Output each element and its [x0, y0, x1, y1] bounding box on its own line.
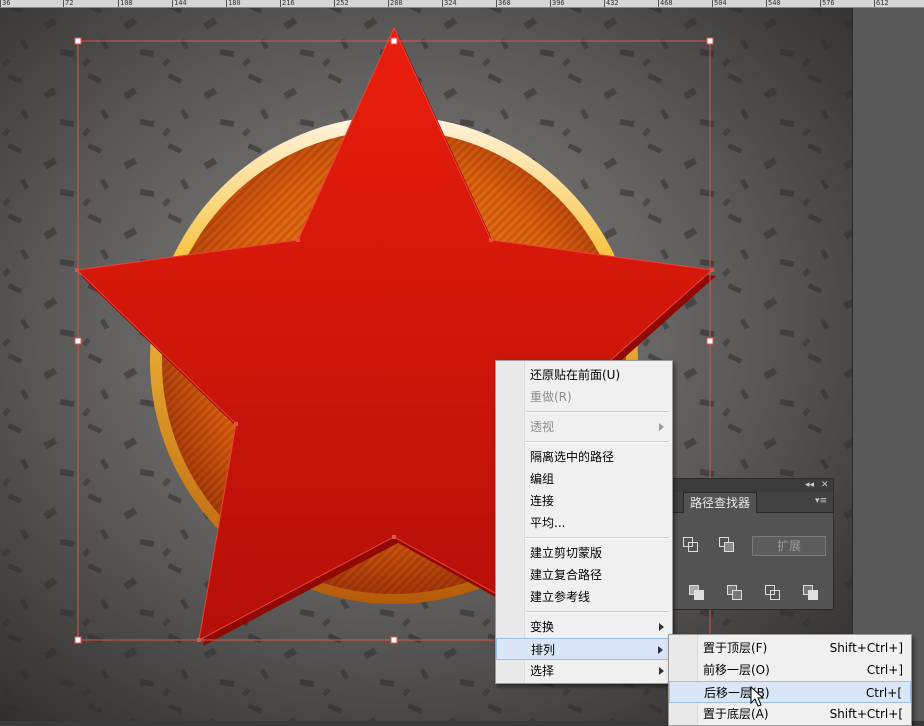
menu-item-undo-paste-in-front[interactable]: 还原贴在前面(U)	[496, 364, 672, 386]
shortcut-label: Ctrl+[	[865, 686, 902, 700]
ruler-tick-label: 432	[604, 0, 619, 7]
handle-top-left	[74, 37, 82, 45]
artwork[interactable]	[0, 8, 852, 721]
handle-top-center	[390, 37, 398, 45]
ruler-tick-label: 612	[874, 0, 889, 7]
ruler-tick-label: 360	[496, 0, 511, 7]
menu-item-label: 置于底层(A)	[703, 707, 769, 721]
menu-item-send-to-back[interactable]: 置于底层(A) Shift+Ctrl+[	[669, 703, 911, 725]
menu-item-label: 选择	[530, 664, 555, 678]
mouse-cursor-icon	[750, 686, 765, 707]
crop-icon[interactable]	[765, 585, 780, 600]
menu-item-make-guides[interactable]: 建立参考线	[496, 586, 672, 608]
ruler-tick-label: 288	[388, 0, 403, 7]
menu-item-label: 变换	[530, 620, 555, 634]
exclude-shape-icon[interactable]	[719, 537, 734, 552]
menu-item-redo[interactable]: 重做(R)	[496, 386, 672, 408]
submenu-arrow-icon	[659, 423, 664, 431]
menu-item-group[interactable]: 编组	[496, 468, 672, 490]
ruler-tick-label: 396	[550, 0, 565, 7]
artboard-canvas[interactable]	[0, 8, 852, 721]
menu-item-join[interactable]: 连接	[496, 490, 672, 512]
panel-menu-icon[interactable]: ▾≡	[815, 496, 827, 506]
menu-item-make-clipping-mask[interactable]: 建立剪切蒙版	[496, 542, 672, 564]
menu-item-label: 前移一层(O)	[703, 663, 770, 677]
ruler-tick-label: 72	[63, 0, 74, 7]
submenu-arrow-icon	[658, 646, 663, 654]
menu-item-arrange[interactable]: 排列	[496, 638, 672, 660]
close-panel-icon[interactable]: ✕	[821, 479, 829, 492]
menu-item-send-backward[interactable]: 后移一层(B) Ctrl+[	[669, 681, 911, 703]
ruler-tick-label: 540	[766, 0, 781, 7]
minus-back-icon[interactable]	[803, 585, 818, 600]
handle-top-right	[706, 37, 714, 45]
handle-bottom-left	[74, 636, 82, 644]
menu-item-bring-to-front[interactable]: 置于顶层(F) Shift+Ctrl+]	[669, 637, 911, 659]
submenu-arrow-icon	[659, 667, 664, 675]
shortcut-label: Ctrl+]	[866, 663, 903, 677]
menu-item-select[interactable]: 选择	[496, 660, 672, 682]
ruler-tick-label: 36	[0, 0, 11, 7]
right-gutter	[852, 8, 924, 721]
ruler-tick-label: 180	[226, 0, 241, 7]
ruler-tick-label: 324	[442, 0, 457, 7]
pathfinder-panel: ◂◂ ✕ 路径查找器 ▾≡ 扩展	[668, 478, 834, 610]
ruler-tick-label: 576	[820, 0, 835, 7]
merge-icon[interactable]	[727, 585, 742, 600]
shortcut-label: Shift+Ctrl+[	[829, 707, 903, 721]
intersect-shape-icon[interactable]	[683, 537, 698, 552]
ruler-tick-label: 468	[658, 0, 673, 7]
ruler-tick-label: 504	[712, 0, 727, 7]
handle-mid-left	[74, 337, 82, 345]
handle-bottom-center	[390, 636, 398, 644]
horizontal-ruler: 36 72 108 144 180 216 252 288 324 360 396 432 468 504…	[0, 0, 924, 8]
menu-item-make-compound-path[interactable]: 建立复合路径	[496, 564, 672, 586]
trim-icon[interactable]	[689, 585, 704, 600]
menu-item-isolate-path[interactable]: 隔离选中的路径	[496, 446, 672, 468]
menu-item-label: 置于顶层(F)	[703, 641, 768, 655]
handle-mid-right	[706, 337, 714, 345]
tab-pathfinder[interactable]: 路径查找器	[683, 492, 758, 513]
expand-button[interactable]: 扩展	[752, 536, 826, 556]
collapse-panel-icon[interactable]: ◂◂	[805, 479, 814, 492]
ruler-tick-label: 252	[334, 0, 349, 7]
ruler-tick-label: 216	[280, 0, 295, 7]
ruler-tick-label: 144	[172, 0, 187, 7]
menu-item-average[interactable]: 平均...	[496, 512, 672, 534]
shortcut-label: Shift+Ctrl+]	[829, 641, 903, 655]
arrange-submenu: 置于顶层(F) Shift+Ctrl+] 前移一层(O) Ctrl+] 后移一层(B…	[668, 634, 912, 726]
menu-item-transform[interactable]: 变换	[496, 616, 672, 638]
panel-titlebar[interactable]: ◂◂ ✕	[669, 479, 833, 492]
submenu-arrow-icon	[659, 623, 664, 631]
context-menu: 还原贴在前面(U) 重做(R) 透视 隔离选中的路径 编组 连接 平均... 建…	[495, 360, 673, 684]
ruler-tick-label: 108	[118, 0, 133, 7]
menu-item-perspective[interactable]: 透视	[496, 416, 672, 438]
menu-item-label: 透视	[530, 420, 555, 434]
menu-item-bring-forward[interactable]: 前移一层(O) Ctrl+]	[669, 659, 911, 681]
menu-item-label: 排列	[531, 643, 556, 657]
